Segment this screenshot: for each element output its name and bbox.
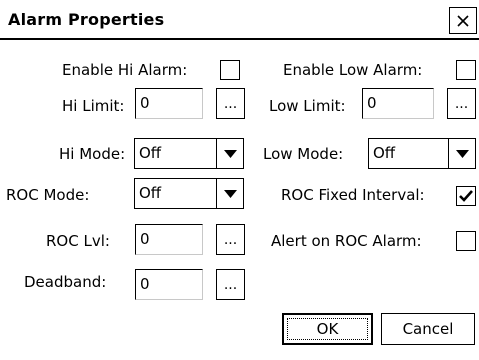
- deadband-input[interactable]: 0: [135, 269, 203, 300]
- close-icon: [457, 14, 469, 27]
- enable-low-alarm-checkbox[interactable]: [456, 60, 476, 80]
- roc-lvl-browse-button[interactable]: ...: [216, 224, 245, 255]
- checkmark-icon: [459, 190, 473, 202]
- hi-mode-value: Off: [139, 144, 162, 162]
- low-limit-browse-button[interactable]: ...: [447, 88, 476, 119]
- hi-limit-label: Hi Limit:: [62, 97, 125, 115]
- dropdown-button[interactable]: [216, 179, 243, 208]
- low-limit-label: Low Limit:: [269, 97, 346, 115]
- deadband-browse-button[interactable]: ...: [216, 269, 245, 300]
- close-button[interactable]: [449, 7, 477, 34]
- dropdown-button[interactable]: [448, 139, 475, 168]
- roc-mode-label: ROC Mode:: [6, 186, 90, 204]
- roc-lvl-input[interactable]: 0: [135, 224, 203, 255]
- roc-mode-value: Off: [139, 184, 162, 202]
- chevron-down-icon: [455, 149, 469, 158]
- ok-button-label: OK: [316, 320, 339, 338]
- low-mode-select[interactable]: Off: [368, 138, 476, 169]
- ok-button[interactable]: OK: [282, 313, 373, 345]
- hi-limit-browse-button[interactable]: ...: [216, 88, 245, 119]
- enable-hi-alarm-label: Enable Hi Alarm:: [62, 61, 188, 79]
- cancel-button[interactable]: Cancel: [381, 313, 475, 345]
- hi-limit-input[interactable]: 0: [135, 88, 203, 119]
- cancel-button-label: Cancel: [402, 320, 454, 338]
- roc-fixed-interval-label: ROC Fixed Interval:: [281, 186, 425, 204]
- alert-on-roc-alarm-label: Alert on ROC Alarm:: [271, 232, 422, 250]
- low-mode-value: Off: [373, 144, 396, 162]
- deadband-label: Deadband:: [24, 273, 107, 291]
- roc-lvl-label: ROC Lvl:: [46, 232, 110, 250]
- title-bar: Alarm Properties: [0, 0, 479, 40]
- enable-low-alarm-label: Enable Low Alarm:: [283, 61, 423, 79]
- enable-hi-alarm-checkbox[interactable]: [220, 60, 240, 80]
- roc-mode-select[interactable]: Off: [134, 178, 244, 209]
- dropdown-button[interactable]: [216, 139, 243, 168]
- window-title: Alarm Properties: [8, 10, 165, 29]
- alarm-properties-dialog: Alarm Properties Enable Hi Alarm: Enable…: [0, 0, 479, 360]
- low-mode-label: Low Mode:: [263, 145, 344, 163]
- hi-mode-label: Hi Mode:: [59, 145, 126, 163]
- low-limit-input[interactable]: 0: [362, 88, 434, 119]
- alert-on-roc-alarm-checkbox[interactable]: [456, 231, 476, 251]
- chevron-down-icon: [223, 189, 237, 198]
- hi-mode-select[interactable]: Off: [134, 138, 244, 169]
- roc-fixed-interval-checkbox[interactable]: [456, 186, 476, 206]
- chevron-down-icon: [223, 149, 237, 158]
